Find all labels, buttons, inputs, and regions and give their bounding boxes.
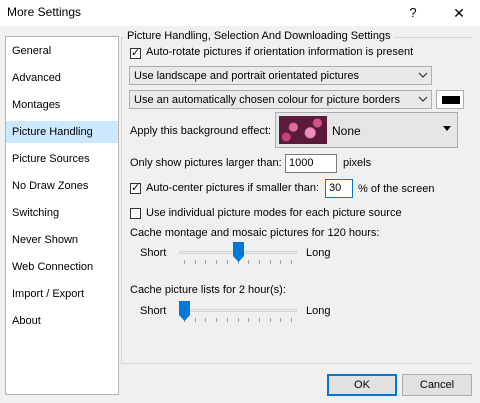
montage-cache-slider-thumb[interactable] bbox=[232, 242, 244, 262]
montage-cache-label: Cache montage and mosaic pictures for 12… bbox=[130, 227, 380, 239]
slider-tick bbox=[205, 260, 207, 264]
individual-modes-checkbox[interactable] bbox=[130, 208, 141, 219]
ok-button[interactable]: OK bbox=[327, 374, 397, 396]
slider-tick bbox=[269, 260, 271, 264]
slider-tick bbox=[291, 318, 292, 322]
group-border-bottom bbox=[121, 363, 473, 364]
chevron-down-icon bbox=[418, 72, 428, 78]
slider-tick bbox=[226, 260, 228, 264]
slider-tick bbox=[269, 318, 271, 322]
auto-rotate-label: Auto-rotate pictures if orientation info… bbox=[146, 46, 414, 58]
dialog-body: General Advanced Montages Picture Handli… bbox=[0, 26, 480, 403]
auto-center-unit: % of the screen bbox=[358, 183, 435, 195]
sidebar-item-montages[interactable]: Montages bbox=[6, 94, 118, 116]
slider-tick bbox=[280, 318, 282, 322]
slider-tick bbox=[216, 318, 218, 322]
sidebar-item-general[interactable]: General bbox=[6, 40, 118, 62]
slider-tick bbox=[291, 260, 292, 264]
individual-modes-label: Use individual picture modes for each pi… bbox=[146, 207, 402, 219]
slider-tick bbox=[248, 260, 250, 264]
auto-center-percent-input[interactable]: 30 bbox=[325, 179, 353, 198]
slider-tick bbox=[248, 318, 250, 322]
settings-sidebar: General Advanced Montages Picture Handli… bbox=[5, 36, 119, 395]
close-button[interactable]: ✕ bbox=[444, 0, 474, 26]
background-effect-dropdown[interactable]: None bbox=[275, 112, 458, 148]
slider-tick bbox=[216, 260, 218, 264]
title-bar: More Settings ? ✕ bbox=[0, 0, 480, 26]
checkmark-icon: ✓ bbox=[131, 47, 141, 59]
slider-tick bbox=[194, 260, 196, 264]
checkmark-icon: ✓ bbox=[131, 182, 141, 194]
effect-preview-thumbnail bbox=[279, 116, 327, 144]
slider-tick bbox=[226, 318, 228, 322]
sidebar-item-no-draw-zones[interactable]: No Draw Zones bbox=[6, 175, 118, 197]
auto-center-checkbox[interactable]: ✓ bbox=[130, 182, 141, 194]
dropdown-triangle-icon bbox=[443, 126, 451, 131]
min-size-input[interactable]: 1000 bbox=[285, 154, 337, 173]
slider-tick bbox=[184, 260, 185, 264]
cancel-button[interactable]: Cancel bbox=[402, 374, 472, 396]
list-cache-slider-thumb[interactable] bbox=[179, 301, 190, 321]
sidebar-item-web-connection[interactable]: Web Connection bbox=[6, 256, 118, 278]
sidebar-item-picture-sources[interactable]: Picture Sources bbox=[6, 148, 118, 170]
slider-tick bbox=[258, 318, 260, 322]
orientation-dropdown[interactable]: Use landscape and portrait orientated pi… bbox=[129, 66, 432, 85]
list-cache-slider-track[interactable] bbox=[179, 309, 297, 312]
list-cache-max-label: Long bbox=[306, 305, 331, 317]
list-cache-label: Cache picture lists for 2 hour(s): bbox=[130, 284, 286, 296]
sidebar-item-about[interactable]: About bbox=[6, 310, 118, 332]
montage-cache-min-label: Short bbox=[140, 247, 167, 259]
colour-swatch bbox=[442, 96, 460, 104]
sidebar-item-import-export[interactable]: Import / Export bbox=[6, 283, 118, 305]
border-colour-dropdown[interactable]: Use an automatically chosen colour for p… bbox=[129, 90, 432, 109]
window-title: More Settings bbox=[7, 5, 82, 19]
help-button[interactable]: ? bbox=[402, 0, 424, 26]
border-colour-dropdown-value: Use an automatically chosen colour for p… bbox=[134, 94, 400, 106]
slider-tick bbox=[258, 260, 260, 264]
min-size-label: Only show pictures larger than: bbox=[130, 157, 282, 169]
slider-tick bbox=[205, 318, 207, 322]
border-colour-button[interactable] bbox=[436, 90, 464, 109]
slider-tick bbox=[280, 260, 282, 264]
min-size-unit: pixels bbox=[343, 157, 372, 169]
group-border-left bbox=[121, 37, 122, 363]
background-effect-value: None bbox=[332, 124, 361, 138]
background-effect-label: Apply this background effect: bbox=[130, 125, 272, 137]
list-cache-min-label: Short bbox=[140, 305, 167, 317]
group-title: Picture Handling, Selection And Download… bbox=[124, 30, 394, 42]
slider-tick bbox=[237, 318, 239, 322]
chevron-down-icon bbox=[418, 96, 428, 102]
slider-tick bbox=[194, 318, 196, 322]
sidebar-item-switching[interactable]: Switching bbox=[6, 202, 118, 224]
sidebar-item-picture-handling[interactable]: Picture Handling bbox=[6, 121, 118, 143]
sidebar-item-never-shown[interactable]: Never Shown bbox=[6, 229, 118, 251]
montage-cache-max-label: Long bbox=[306, 247, 331, 259]
sidebar-item-advanced[interactable]: Advanced bbox=[6, 67, 118, 89]
orientation-dropdown-value: Use landscape and portrait orientated pi… bbox=[134, 70, 360, 82]
auto-center-label: Auto-center pictures if smaller than: bbox=[146, 182, 320, 194]
auto-rotate-checkbox[interactable]: ✓ bbox=[130, 47, 141, 59]
